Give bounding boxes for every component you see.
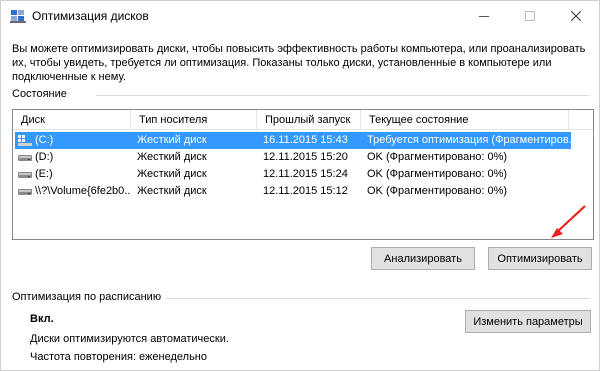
schedule-divider <box>166 298 590 299</box>
list-header: Диск Тип носителя Прошлый запуск Текущее… <box>13 110 593 130</box>
defrag-app-icon <box>10 9 26 23</box>
maximize-button[interactable] <box>507 1 553 31</box>
close-button[interactable] <box>553 1 599 31</box>
schedule-frequency: Частота повторения: еженедельно <box>30 351 207 363</box>
column-header-media-type[interactable]: Тип носителя <box>131 110 257 130</box>
drive-name: (D:) <box>35 151 54 163</box>
status-divider <box>96 95 590 96</box>
hard-drive-icon <box>18 169 32 180</box>
drive-last-run: 12.11.2015 15:20 <box>263 151 348 163</box>
drive-name: (E:) <box>35 168 53 180</box>
drive-row-e[interactable]: (E:) Жесткий диск 12.11.2015 15:24 OK (Ф… <box>15 166 571 183</box>
optimize-button[interactable]: Оптимизировать <box>488 247 592 270</box>
drive-row-d[interactable]: (D:) Жесткий диск 12.11.2015 15:20 OK (Ф… <box>15 149 571 166</box>
column-header-last-run[interactable]: Прошлый запуск <box>257 110 361 130</box>
minimize-icon <box>479 16 489 17</box>
schedule-auto-text: Диски оптимизируются автоматически. <box>30 333 229 345</box>
drive-status: Требуется оптимизация (Фрагментиров... <box>367 134 571 146</box>
windows-drive-icon <box>18 135 32 146</box>
drive-media-type: Жесткий диск <box>137 134 207 146</box>
maximize-icon <box>525 11 535 21</box>
analyze-button[interactable]: Анализировать <box>371 247 475 270</box>
drive-status: OK (Фрагментировано: 0%) <box>367 185 508 197</box>
drive-name: (C:) <box>35 134 54 146</box>
column-header-disk[interactable]: Диск <box>13 110 131 130</box>
description-text: Вы можете оптимизировать диски, чтобы по… <box>12 43 586 83</box>
drive-last-run: 12.11.2015 15:24 <box>263 168 348 180</box>
drive-row-volume[interactable]: \\?\Volume{6fe2b0... Жесткий диск 12.11.… <box>15 183 571 200</box>
title-bar: Оптимизация дисков <box>1 1 599 31</box>
drive-media-type: Жесткий диск <box>137 185 207 197</box>
change-settings-button[interactable]: Изменить параметры <box>465 310 591 333</box>
hard-drive-icon <box>18 186 32 197</box>
drive-row-c[interactable]: (C:) Жесткий диск 16.11.2015 15:43 Требу… <box>15 132 571 149</box>
close-icon <box>571 11 581 21</box>
drives-list[interactable]: Диск Тип носителя Прошлый запуск Текущее… <box>12 109 594 240</box>
drive-name: \\?\Volume{6fe2b0... <box>35 185 131 197</box>
drive-media-type: Жесткий диск <box>137 151 207 163</box>
window-title: Оптимизация дисков <box>32 9 149 23</box>
drive-status: OK (Фрагментировано: 0%) <box>367 151 508 163</box>
hard-drive-icon <box>18 152 32 163</box>
minimize-button[interactable] <box>461 1 507 31</box>
red-arrow-icon <box>551 205 586 238</box>
schedule-state: Вкл. <box>30 313 54 325</box>
drive-status: OK (Фрагментировано: 0%) <box>367 168 508 180</box>
column-header-status[interactable]: Текущее состояние <box>361 110 569 130</box>
drive-last-run: 12.11.2015 15:12 <box>263 185 348 197</box>
drive-media-type: Жесткий диск <box>137 168 207 180</box>
optimize-drives-window: Оптимизация дисков Вы можете оптимизиров… <box>0 0 600 371</box>
status-section-label: Состояние <box>12 88 67 100</box>
drive-last-run: 16.11.2015 15:43 <box>263 134 348 146</box>
schedule-section-label: Оптимизация по расписанию <box>12 291 162 303</box>
